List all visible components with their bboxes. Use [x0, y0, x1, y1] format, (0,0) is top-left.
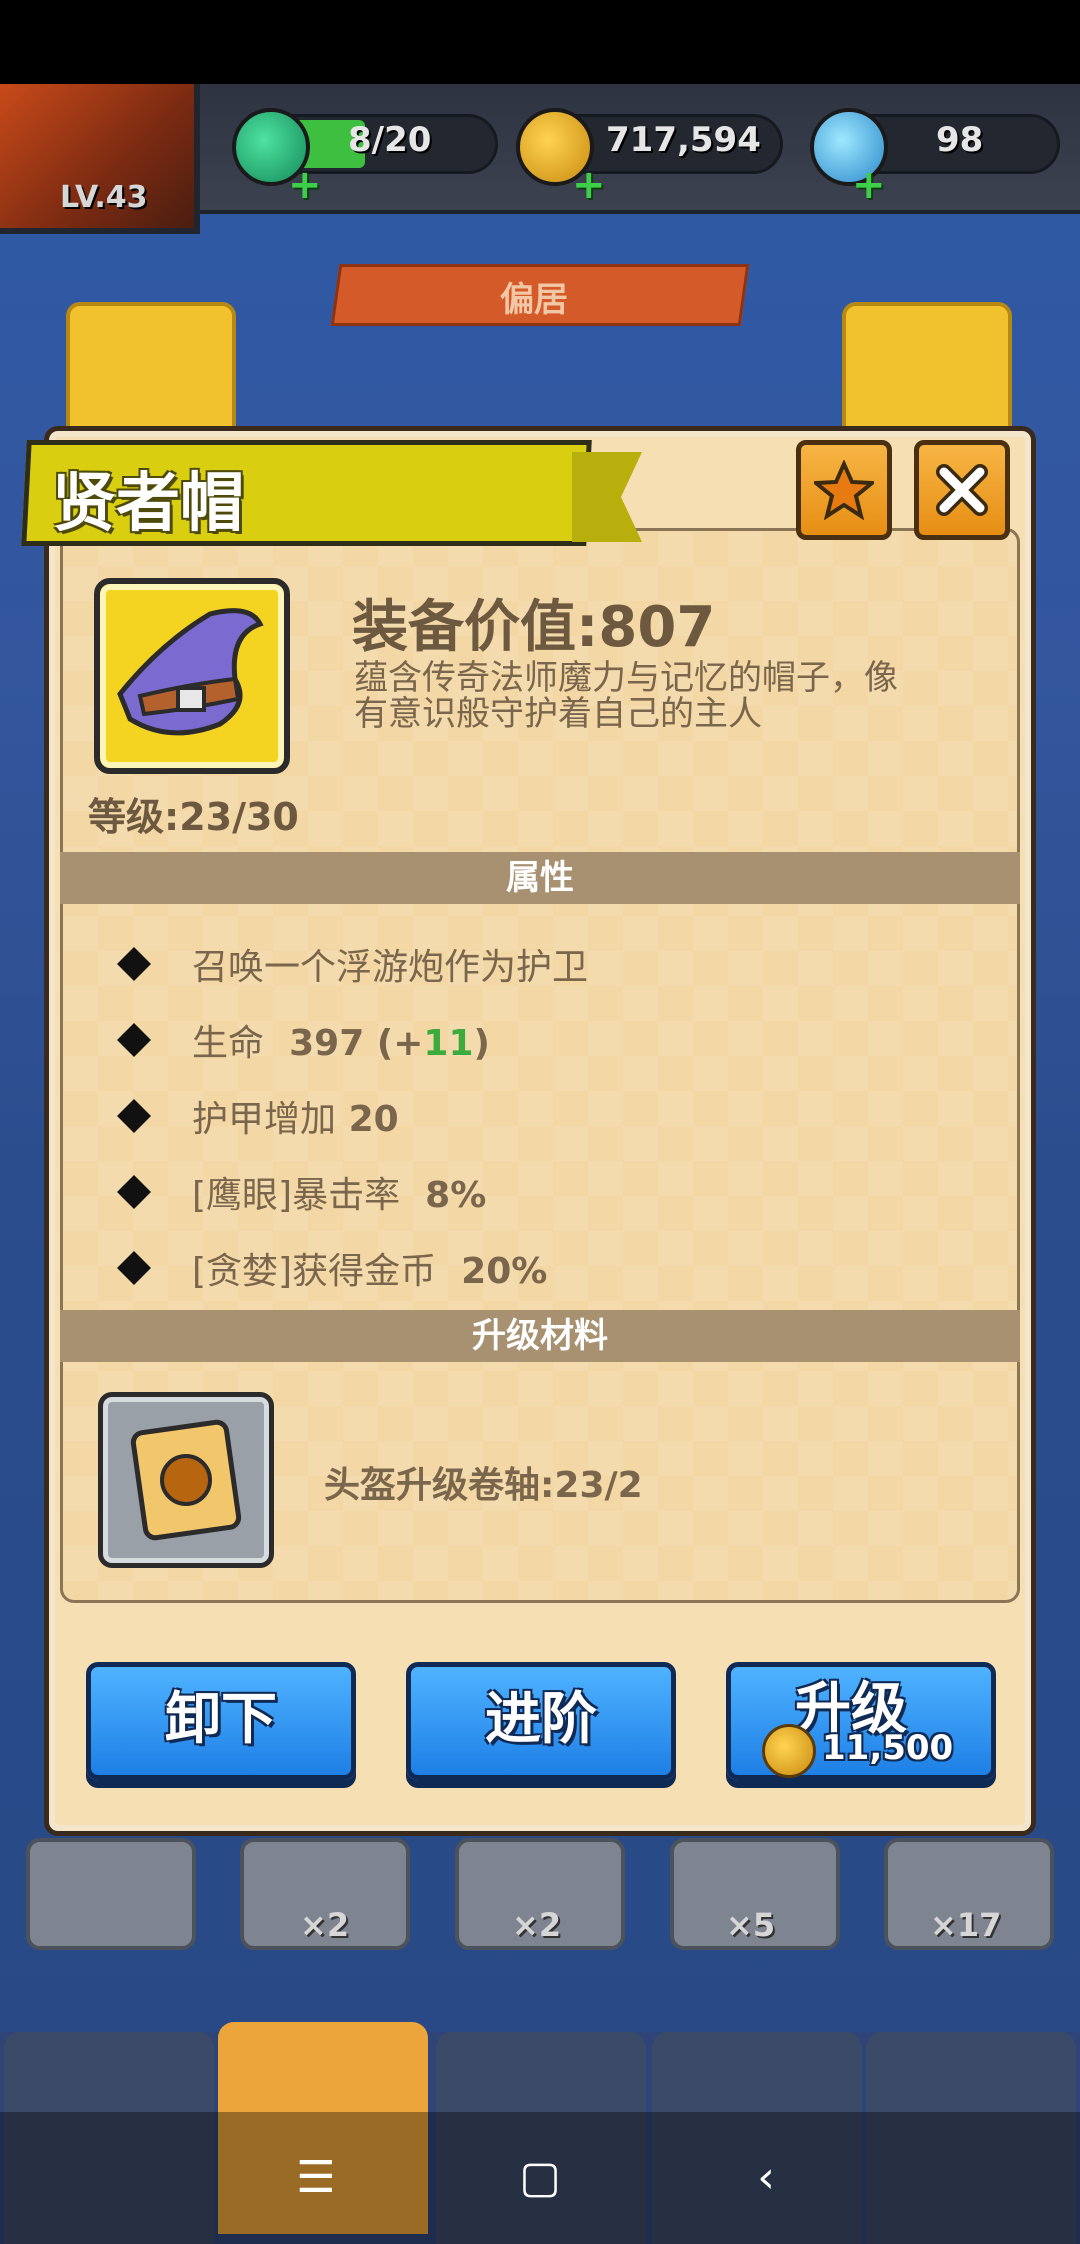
unequip-button[interactable]: 卸下 — [86, 1662, 356, 1780]
attribute-label: [鹰眼]暴击率 — [192, 1175, 401, 1216]
item-title: 贤者帽 — [52, 467, 244, 541]
attribute-label: 召唤一个浮游炮作为护卫 — [192, 947, 589, 988]
wizard-hat-icon — [94, 578, 290, 774]
attributes-header: 属性 — [60, 852, 1020, 904]
attribute-row: 生命 397 (+11) — [117, 1010, 490, 1070]
attribute-value: 20% — [461, 1251, 548, 1292]
close-button[interactable] — [914, 440, 1010, 540]
scroll-graphic — [130, 1419, 242, 1541]
bullet-icon — [117, 947, 151, 981]
attribute-row: 召唤一个浮游炮作为护卫 — [117, 934, 589, 994]
attribute-row: [贪婪]获得金币 20% — [117, 1238, 548, 1298]
attribute-bonus: 11 — [423, 1023, 474, 1064]
bullet-icon — [117, 1023, 151, 1057]
coin-icon — [762, 1724, 816, 1778]
materials-header: 升级材料 — [60, 1310, 1020, 1362]
bullet-icon — [117, 1175, 151, 1209]
attribute-row: 护甲增加 20 — [117, 1086, 399, 1146]
bullet-icon — [117, 1099, 151, 1133]
item-value: 装备价值:807 — [352, 595, 716, 660]
close-icon — [936, 464, 988, 516]
advance-button[interactable]: 进阶 — [406, 1662, 676, 1780]
attribute-row: [鹰眼]暴击率 8% — [117, 1162, 487, 1222]
material-requirement: 头盔升级卷轴:23/2 — [324, 1465, 643, 1506]
scroll-icon — [98, 1392, 274, 1568]
attribute-label: 生命 — [192, 1023, 265, 1064]
attribute-label: 护甲增加 — [192, 1099, 337, 1140]
bullet-icon — [117, 1251, 151, 1285]
favorite-button[interactable] — [796, 440, 892, 540]
item-description: 蕴含传奇法师魔力与记忆的帽子，像有意识般守护着自己的主人 — [354, 658, 898, 734]
attribute-label: [贪婪]获得金币 — [192, 1251, 437, 1292]
item-level: 等级:23/30 — [88, 795, 299, 839]
star-icon — [814, 460, 874, 520]
attribute-value: 8% — [425, 1175, 487, 1216]
upgrade-cost: 11,500 — [822, 1728, 954, 1768]
attribute-value: 20 — [348, 1099, 399, 1140]
wizard-hat-graphic — [117, 608, 264, 736]
attribute-value: 397 — [289, 1023, 365, 1064]
